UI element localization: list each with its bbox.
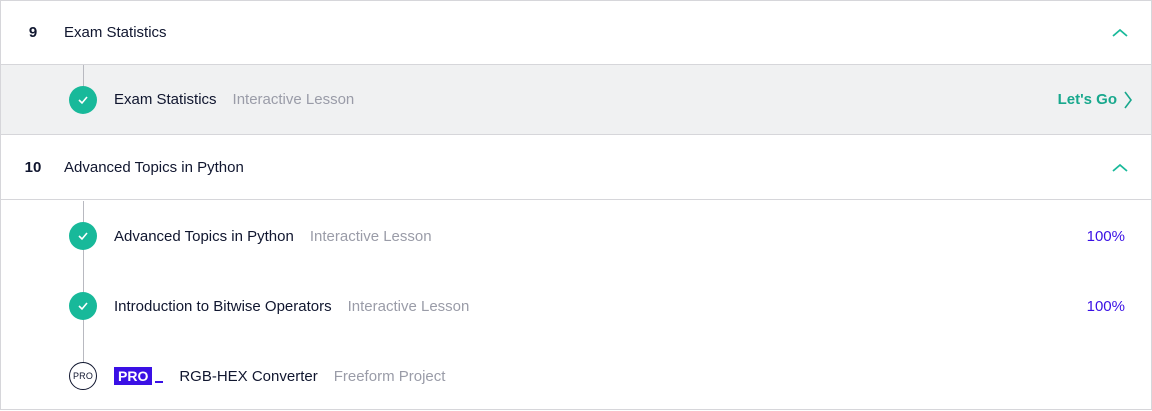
syllabus-list: 9 Exam Statistics Exam Statistics Intera…	[0, 0, 1152, 410]
pro-badge: PRO	[114, 367, 164, 385]
lesson-row[interactable]: Advanced Topics in Python Interactive Le…	[1, 201, 1151, 271]
section-number: 9	[28, 24, 38, 41]
lesson-type: Interactive Lesson	[347, 297, 470, 315]
chevron-up-icon[interactable]	[1111, 159, 1129, 177]
lesson-type: Freeform Project	[333, 368, 446, 385]
lesson-row[interactable]: Introduction to Bitwise Operators Intera…	[1, 271, 1151, 341]
lesson-row[interactable]: PRO PRO RGB-HEX Converter Freeform Proje…	[1, 341, 1151, 411]
section-title: Advanced Topics in Python	[64, 159, 244, 176]
chevron-up-icon[interactable]	[1111, 24, 1129, 42]
lesson-title: RGB-HEX Converter	[179, 368, 318, 385]
pro-icon-label: PRO	[72, 371, 94, 381]
section-title: Exam Statistics	[64, 24, 167, 41]
pro-lock-icon: PRO	[69, 362, 97, 390]
check-circle-icon	[69, 222, 97, 250]
pro-badge-cursor	[155, 381, 164, 383]
lesson-type: Interactive Lesson	[309, 227, 432, 245]
progress-percent: 100%	[1086, 227, 1125, 245]
pro-badge-label: PRO	[114, 367, 153, 385]
check-circle-icon	[69, 292, 97, 320]
lesson-title: Advanced Topics in Python	[114, 227, 294, 245]
lets-go-button[interactable]: Let's Go	[1058, 90, 1133, 110]
lesson-title: Introduction to Bitwise Operators	[114, 297, 332, 315]
lesson-row[interactable]: Exam Statistics Interactive Lesson Let's…	[1, 65, 1151, 135]
chevron-right-icon	[1124, 91, 1132, 108]
check-circle-icon	[69, 85, 97, 114]
section-header-9[interactable]: 9 Exam Statistics	[1, 1, 1151, 65]
section-header-10[interactable]: 10 Advanced Topics in Python	[1, 136, 1151, 200]
section-number: 10	[24, 159, 42, 176]
lesson-title: Exam Statistics	[114, 91, 217, 108]
timeline-line	[83, 65, 84, 87]
lets-go-label: Let's Go	[1057, 91, 1117, 108]
progress-percent: 100%	[1086, 297, 1125, 315]
lesson-type: Interactive Lesson	[232, 91, 355, 108]
